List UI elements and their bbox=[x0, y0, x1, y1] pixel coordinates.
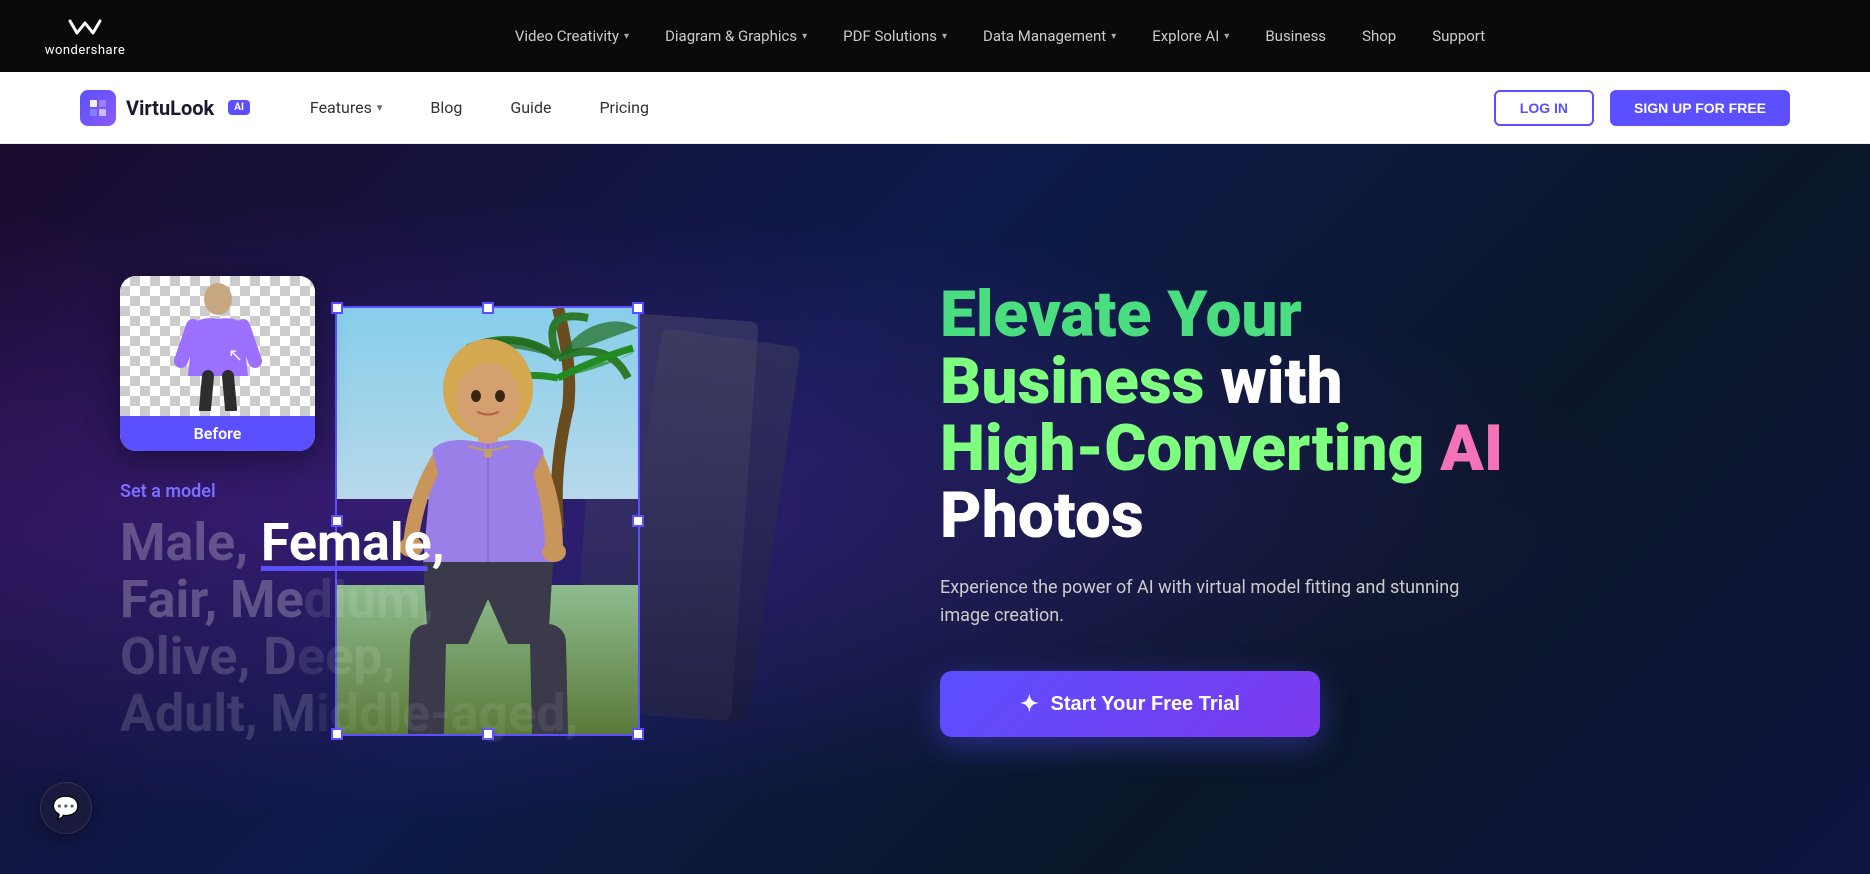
chevron-down-icon: ▾ bbox=[624, 31, 629, 42]
signup-button[interactable]: SIGN UP FOR FREE bbox=[1610, 90, 1790, 126]
chat-icon: 💬 bbox=[52, 796, 79, 821]
set-model-label: Set a model bbox=[120, 481, 820, 502]
nav-video-creativity[interactable]: Video Creativity ▾ bbox=[515, 27, 629, 45]
headline-photos: Photos bbox=[940, 478, 1144, 553]
ai-badge: AI bbox=[228, 100, 250, 115]
model-silhouette: ↖ bbox=[173, 281, 263, 411]
headline-business: Business bbox=[940, 344, 1220, 419]
hero-copy: Elevate Your Business with High-Converti… bbox=[820, 281, 1790, 737]
product-nav-features[interactable]: Features ▾ bbox=[310, 98, 382, 117]
nav-explore-ai[interactable]: Explore AI ▾ bbox=[1152, 27, 1229, 45]
before-card: ↖ Before bbox=[120, 276, 315, 451]
before-image: ↖ bbox=[120, 276, 315, 416]
product-nav-blog[interactable]: Blog bbox=[430, 98, 462, 117]
product-navigation: VirtuLook AI Features ▾ Blog Guide Prici… bbox=[0, 72, 1870, 144]
headline-high: High-Converting bbox=[940, 411, 1440, 486]
chevron-down-icon: ▾ bbox=[802, 31, 807, 42]
cta-free-trial-button[interactable]: ✦ Start Your Free Trial bbox=[940, 671, 1320, 737]
headline-elevate: Elevate bbox=[940, 277, 1167, 352]
product-logo-icon bbox=[80, 90, 116, 126]
product-nav-auth: LOG IN SIGN UP FOR FREE bbox=[1494, 90, 1790, 126]
nav-shop[interactable]: Shop bbox=[1362, 27, 1396, 45]
nav-pdf-solutions[interactable]: PDF Solutions ▾ bbox=[843, 27, 947, 45]
wondershare-logo[interactable]: wondershare bbox=[40, 15, 130, 58]
virtulook-logo[interactable]: VirtuLook AI bbox=[80, 90, 250, 126]
login-button[interactable]: LOG IN bbox=[1494, 90, 1594, 126]
chat-support-button[interactable]: 💬 bbox=[40, 782, 92, 834]
hero-section: ↖ Before Set a model Male, Female, Fair,… bbox=[0, 144, 1870, 874]
logo-wordmark: wondershare bbox=[45, 43, 126, 58]
nav-data-management[interactable]: Data Management ▾ bbox=[983, 27, 1116, 45]
resize-handle-tl[interactable] bbox=[331, 302, 343, 314]
product-nav-guide[interactable]: Guide bbox=[510, 98, 551, 117]
top-nav-links: Video Creativity ▾ Diagram & Graphics ▾ … bbox=[170, 27, 1830, 45]
top-navigation: wondershare Video Creativity ▾ Diagram &… bbox=[0, 0, 1870, 72]
hero-headline: Elevate Your Business with High-Converti… bbox=[940, 281, 1790, 550]
hero-subtitle: Experience the power of AI with virtual … bbox=[940, 574, 1460, 632]
nav-support[interactable]: Support bbox=[1432, 27, 1485, 45]
product-nav-links: Features ▾ Blog Guide Pricing bbox=[310, 98, 1494, 117]
headline-with: with bbox=[1220, 344, 1342, 419]
nav-business[interactable]: Business bbox=[1265, 27, 1326, 45]
chevron-down-icon: ▾ bbox=[377, 101, 383, 114]
resize-handle-top[interactable] bbox=[482, 302, 494, 314]
cta-label: Start Your Free Trial bbox=[1051, 693, 1240, 716]
nav-diagram-graphics[interactable]: Diagram & Graphics ▾ bbox=[665, 27, 807, 45]
product-name: VirtuLook bbox=[126, 96, 214, 120]
chevron-down-icon: ▾ bbox=[1224, 31, 1229, 42]
chevron-down-icon: ▾ bbox=[1111, 31, 1116, 42]
before-label: Before bbox=[120, 416, 315, 451]
model-options-list: Male, Female, Fair, Medium, Olive, Deep,… bbox=[120, 514, 820, 743]
hero-demo-area: ↖ Before Set a model Male, Female, Fair,… bbox=[120, 276, 820, 743]
headline-ai: AI bbox=[1440, 411, 1503, 486]
headline-your: Your bbox=[1167, 277, 1302, 352]
product-nav-pricing[interactable]: Pricing bbox=[599, 98, 649, 117]
resize-handle-tr[interactable] bbox=[632, 302, 644, 314]
chevron-down-icon: ▾ bbox=[942, 31, 947, 42]
star-icon: ✦ bbox=[1020, 691, 1038, 717]
svg-text:↖: ↖ bbox=[228, 345, 243, 366]
